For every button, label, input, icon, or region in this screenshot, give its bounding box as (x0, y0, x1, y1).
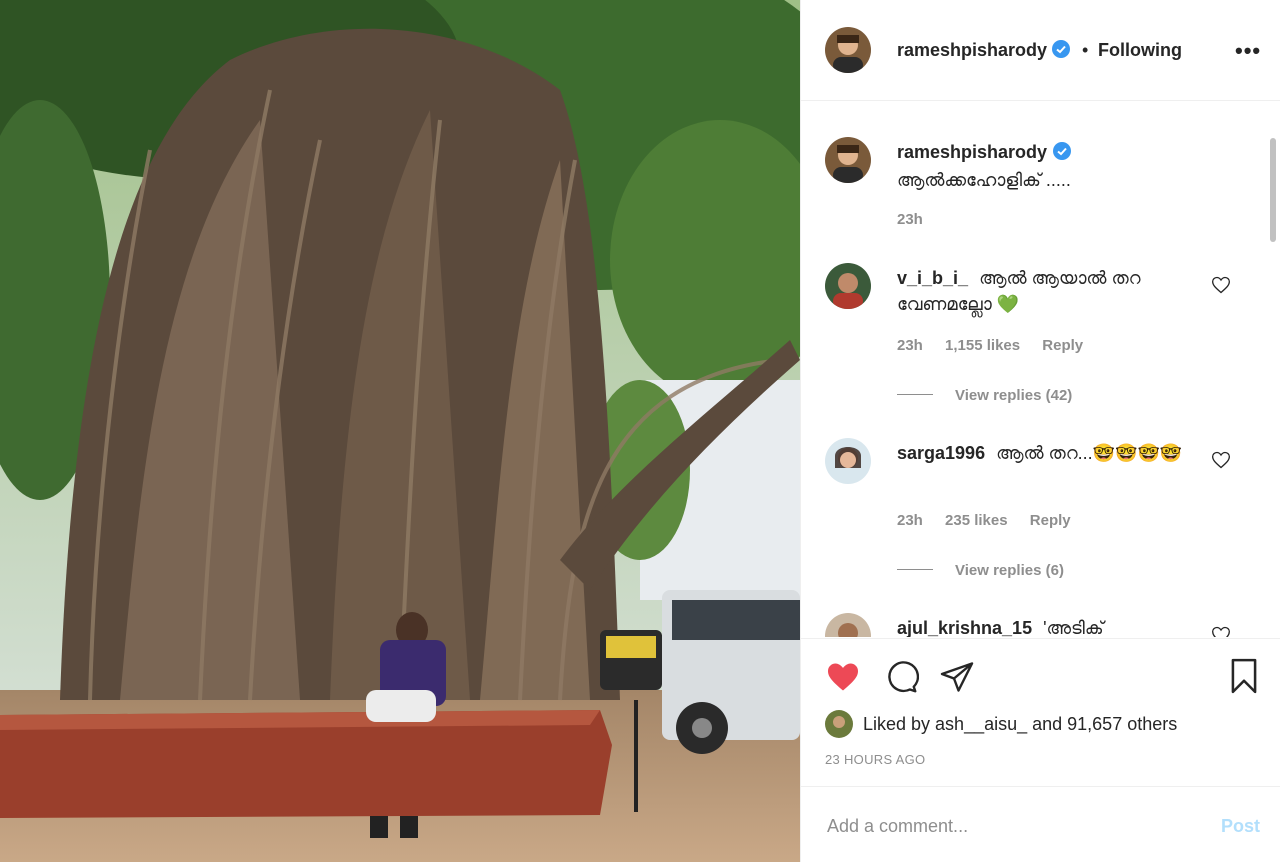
comment-text: 'അടിക് (1043, 618, 1104, 637)
comment-time[interactable]: 23h (897, 337, 923, 354)
caption-text: ആൽക്കഹോളിക് ..... (897, 170, 1071, 190)
comment-item: v_i_b_i_ ആൽ ആയാൽ തറ വേണമല്ലോ 💚 23h 1,155… (825, 263, 1245, 423)
heart-icon[interactable] (825, 659, 861, 700)
verified-icon (1052, 40, 1071, 63)
liked-by-row[interactable]: Liked by ash__aisu_ and 91,657 others (825, 710, 1177, 738)
replies-divider (897, 394, 933, 395)
replies-divider (897, 569, 933, 570)
post-side-panel: rameshpisharody • Following ••• rameshpi… (800, 0, 1280, 862)
commenter-username[interactable]: ajul_krishna_15 (897, 618, 1032, 637)
author-username-row: rameshpisharody (897, 40, 1071, 63)
banyan-tree-photo (0, 0, 800, 862)
view-replies-button[interactable]: View replies (42) (897, 387, 1072, 404)
comment-text-block: v_i_b_i_ ആൽ ആയാൽ തറ വേണമല്ലോ 💚 (897, 265, 1193, 317)
heart-icon[interactable] (1211, 275, 1231, 295)
commenter-username[interactable]: v_i_b_i_ (897, 268, 968, 288)
comment-likes[interactable]: 235 likes (945, 512, 1008, 529)
post-timestamp[interactable]: 23 HOURS AGO (825, 752, 925, 767)
caption-time[interactable]: 23h (897, 211, 923, 228)
post-button[interactable]: Post (1221, 816, 1260, 837)
share-icon[interactable] (939, 659, 975, 700)
add-comment-bar: Post (801, 786, 1280, 863)
caption-username[interactable]: rameshpisharody (897, 142, 1047, 162)
view-replies-button[interactable]: View replies (6) (897, 562, 1064, 579)
caption-text-block: rameshpisharody ആൽക്കഹോളിക് ..... (897, 139, 1193, 193)
view-replies-label: View replies (42) (955, 387, 1073, 404)
comment-text: ആൽ തറ...🤓🤓🤓🤓 (996, 443, 1183, 463)
comment-text-block: sarga1996 ആൽ തറ...🤓🤓🤓🤓 (897, 440, 1193, 466)
following-button[interactable]: Following (1098, 40, 1182, 61)
author-username[interactable]: rameshpisharody (897, 40, 1047, 60)
author-avatar[interactable] (825, 137, 871, 183)
post-photo[interactable] (0, 0, 800, 862)
comments-scrollbar[interactable] (1270, 138, 1276, 242)
liked-by-text[interactable]: Liked by ash__aisu_ and 91,657 others (863, 714, 1177, 734)
reply-button[interactable]: Reply (1030, 512, 1071, 529)
heart-icon[interactable] (1211, 625, 1231, 637)
comment-likes[interactable]: 1,155 likes (945, 337, 1020, 354)
separator-dot: • (1082, 40, 1089, 60)
caption-meta: 23h (897, 211, 941, 228)
post-actions: Liked by ash__aisu_ and 91,657 others 23… (801, 638, 1280, 787)
liker-avatar[interactable] (825, 710, 853, 738)
caption-item: rameshpisharody ആൽക്കഹോളിക് ..... 23h (825, 137, 1245, 247)
comment-text-block: ajul_krishna_15 'അടിക് (897, 615, 1193, 637)
reply-button[interactable]: Reply (1042, 337, 1083, 354)
verified-icon (1053, 141, 1072, 167)
commenter-avatar[interactable] (825, 613, 871, 637)
comment-meta: 23h 235 likes Reply (897, 512, 1089, 529)
heart-icon[interactable] (1211, 450, 1231, 470)
bookmark-icon[interactable] (1225, 657, 1263, 700)
author-avatar[interactable] (825, 27, 871, 73)
comment-icon[interactable] (883, 659, 920, 700)
post-header: rameshpisharody • Following ••• (801, 0, 1280, 101)
comment-item: sarga1996 ആൽ തറ...🤓🤓🤓🤓 23h 235 likes Rep… (825, 438, 1245, 598)
commenter-avatar[interactable] (825, 263, 871, 309)
comment-meta: 23h 1,155 likes Reply (897, 337, 1101, 354)
comment-time[interactable]: 23h (897, 512, 923, 529)
comment-item: ajul_krishna_15 'അടിക് (825, 613, 1245, 637)
comments-list[interactable]: rameshpisharody ആൽക്കഹോളിക് ..... 23h v_… (801, 101, 1280, 637)
commenter-avatar[interactable] (825, 438, 871, 484)
more-icon[interactable]: ••• (1235, 38, 1261, 64)
view-replies-label: View replies (6) (955, 562, 1064, 579)
commenter-username[interactable]: sarga1996 (897, 443, 985, 463)
add-comment-input[interactable] (825, 811, 1199, 841)
